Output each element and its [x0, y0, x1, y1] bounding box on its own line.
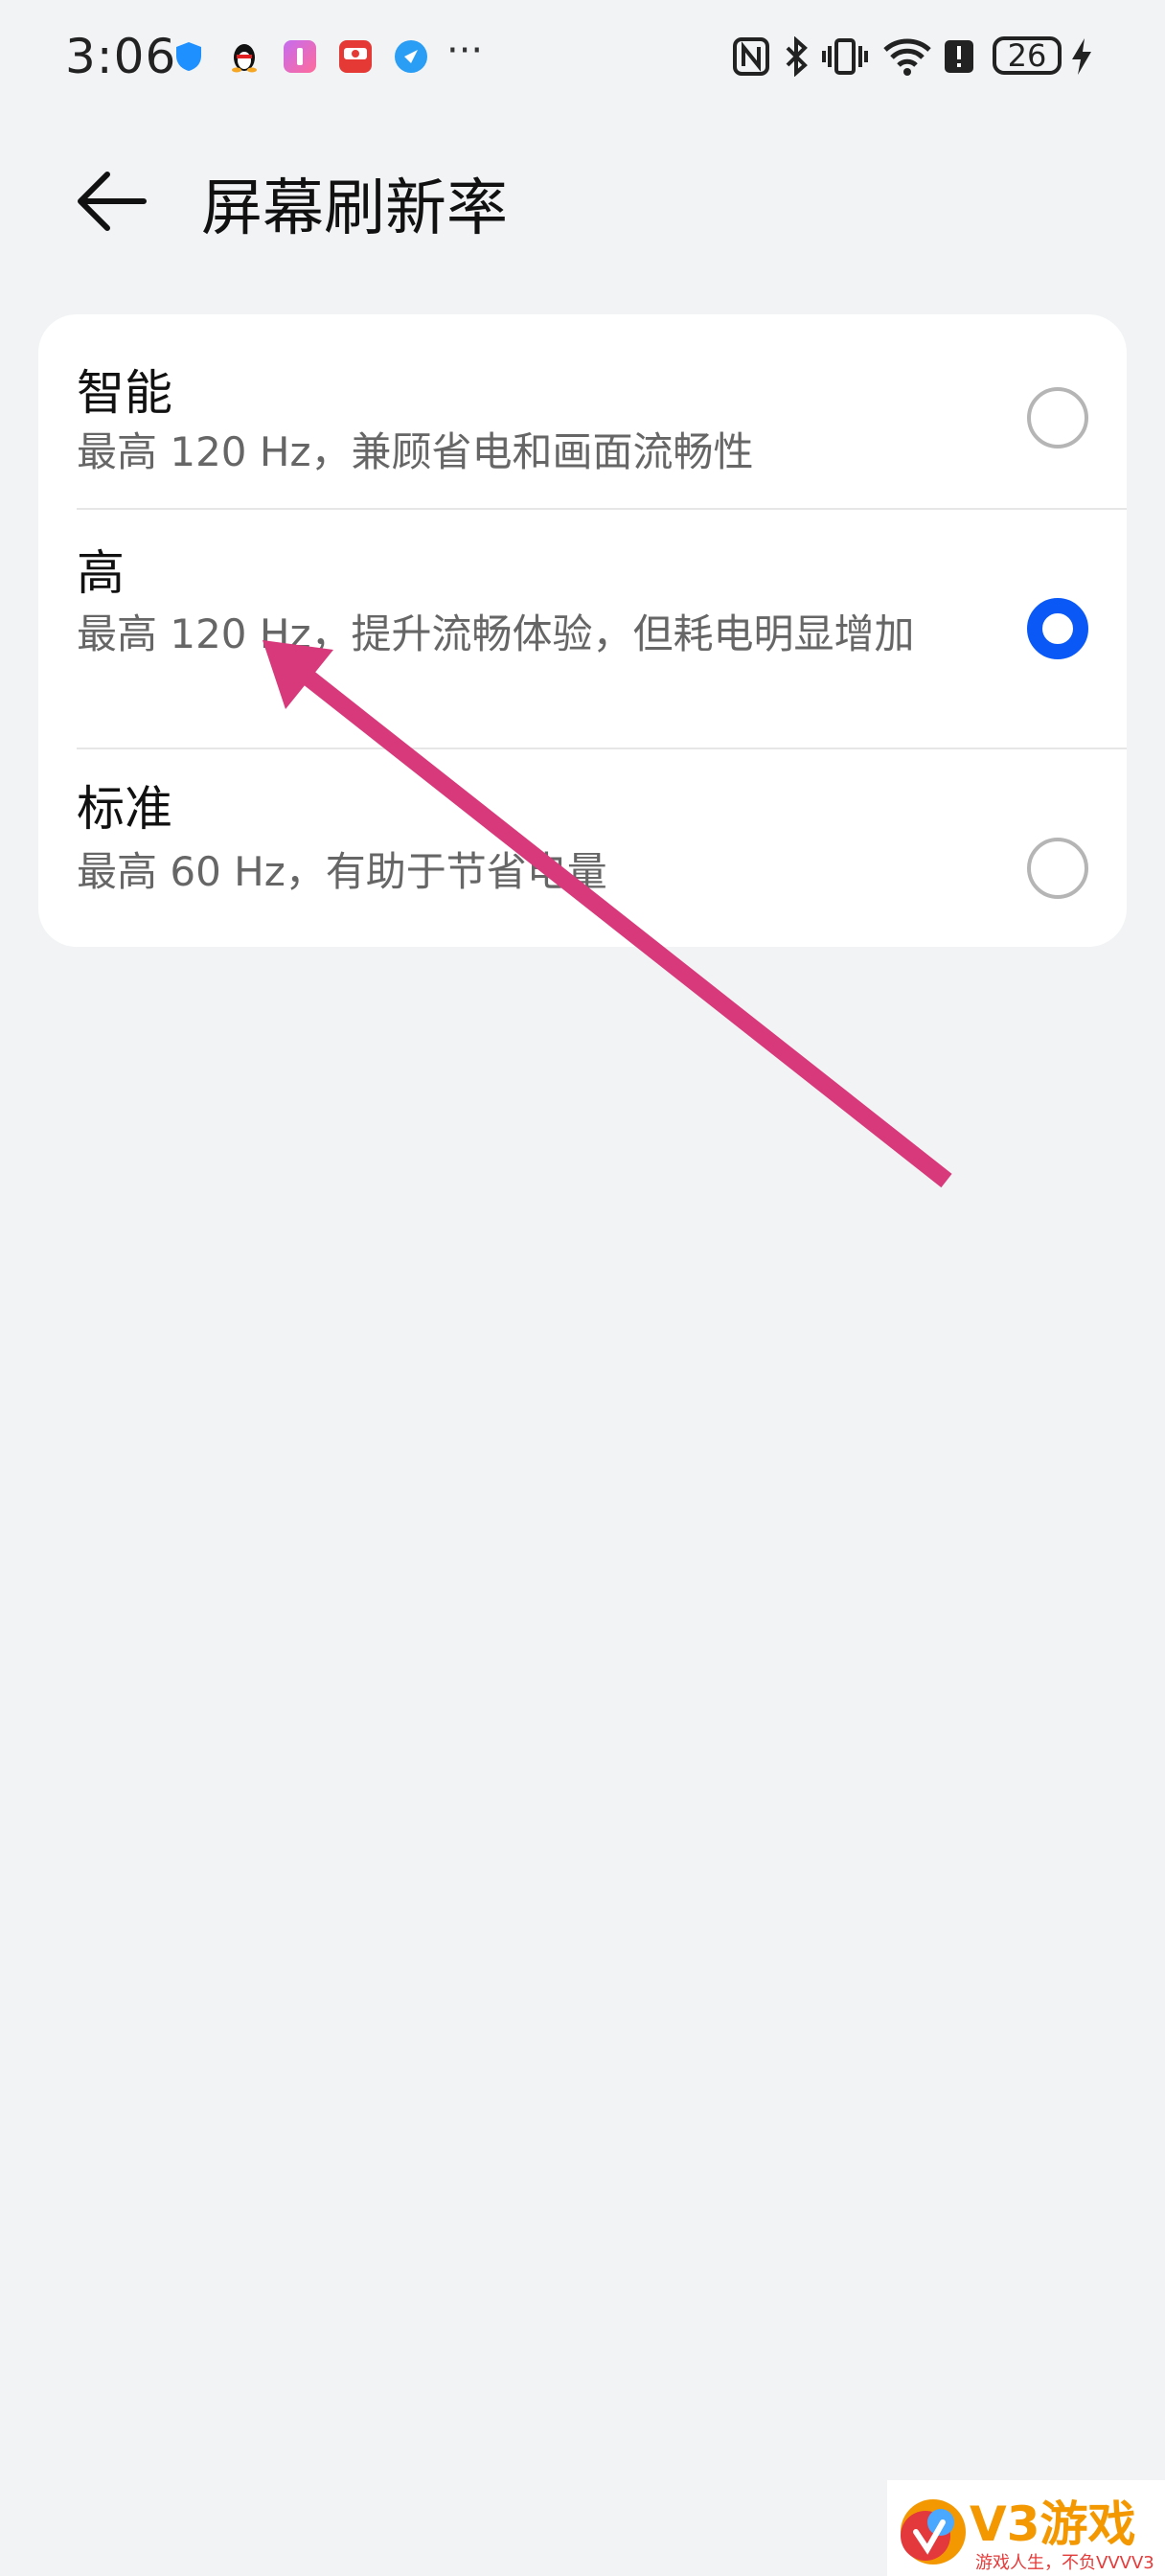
nfc-icon — [732, 36, 770, 80]
refresh-rate-options-card: 智能 最高 120 Hz，兼顾省电和画面流畅性 高 最高 120 Hz，提升流畅… — [38, 314, 1127, 947]
compass-app-icon — [395, 40, 427, 73]
option-description: 最高 120 Hz，兼顾省电和画面流畅性 — [77, 428, 754, 475]
option-title: 标准 — [77, 781, 172, 837]
option-title: 智能 — [77, 365, 172, 421]
option-description: 最高 120 Hz，提升流畅体验，但耗电明显增加 — [77, 610, 915, 657]
watermark-brand: V3游戏 — [970, 2496, 1136, 2552]
option-title: 高 — [77, 545, 125, 601]
watermark-slogan: 游戏人生，不负VVVV3 — [975, 2553, 1154, 2573]
qq-penguin-icon — [228, 40, 261, 73]
page-title: 屏幕刷新率 — [201, 173, 508, 244]
overflow-dots: ··· — [446, 29, 484, 73]
battery-level: 26 — [993, 36, 1062, 75]
v3-logo-icon — [901, 2499, 966, 2564]
option-description: 最高 60 Hz，有助于节省电量 — [77, 848, 607, 895]
shield-app-icon — [172, 40, 205, 73]
status-time: 3:06 — [65, 29, 177, 84]
alert-icon — [943, 36, 975, 80]
radio-smart[interactable] — [1027, 387, 1088, 448]
vibrate-icon — [822, 36, 868, 80]
arrow-left-icon — [78, 172, 147, 231]
status-bar: 3:06 ··· 26 — [0, 0, 1165, 115]
option-high[interactable]: 高 最高 120 Hz，提升流畅体验，但耗电明显增加 — [38, 510, 1127, 748]
purple-app-icon — [284, 40, 316, 73]
wifi-icon — [881, 36, 933, 80]
watermark: V3游戏 游戏人生，不负VVVV3 — [887, 2480, 1165, 2576]
radio-high-selected[interactable] — [1027, 598, 1088, 659]
radio-standard[interactable] — [1027, 838, 1088, 899]
option-smart[interactable]: 智能 最高 120 Hz，兼顾省电和画面流畅性 — [38, 314, 1127, 508]
option-standard[interactable]: 标准 最高 60 Hz，有助于节省电量 — [38, 749, 1127, 947]
bluetooth-icon — [782, 35, 811, 80]
red-app-icon — [339, 40, 372, 73]
charging-bolt-icon — [1069, 36, 1094, 80]
back-button[interactable] — [67, 163, 153, 240]
